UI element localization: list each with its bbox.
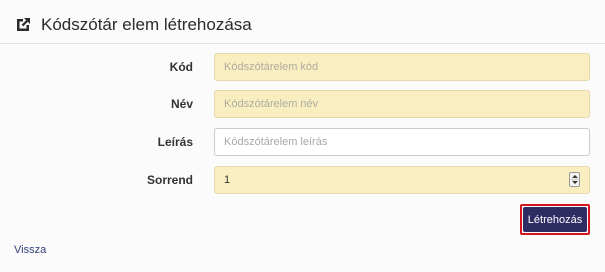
nev-input[interactable] [214,90,590,118]
leiras-label: Leírás [157,135,193,149]
create-button[interactable]: Létrehozás [523,207,587,232]
page-title: Kódszótár elem létrehozása [41,15,252,34]
nev-label: Név [170,97,193,111]
page: Kódszótár elem létrehozása Kód Név Leírá… [0,0,605,272]
form-row-leiras: Leírás [0,128,605,156]
sorrend-input[interactable] [214,166,590,194]
stepper-up-icon[interactable] [572,175,578,178]
page-header: Kódszótár elem létrehozása [14,13,252,37]
submit-highlight: Létrehozás [520,204,590,235]
leiras-input[interactable] [214,128,590,156]
stepper-down-icon[interactable] [572,181,578,184]
kod-input[interactable] [214,53,590,81]
form-row-kod: Kód [0,53,605,81]
external-link-icon [14,16,32,34]
header-divider [0,43,605,44]
kod-label: Kód [169,60,193,74]
back-link[interactable]: Vissza [14,244,46,256]
form-row-sorrend: Sorrend [0,166,605,194]
sorrend-label: Sorrend [146,173,193,187]
sorrend-stepper[interactable] [569,172,580,187]
stepper-divider [570,179,579,180]
form-row-nev: Név [0,90,605,118]
